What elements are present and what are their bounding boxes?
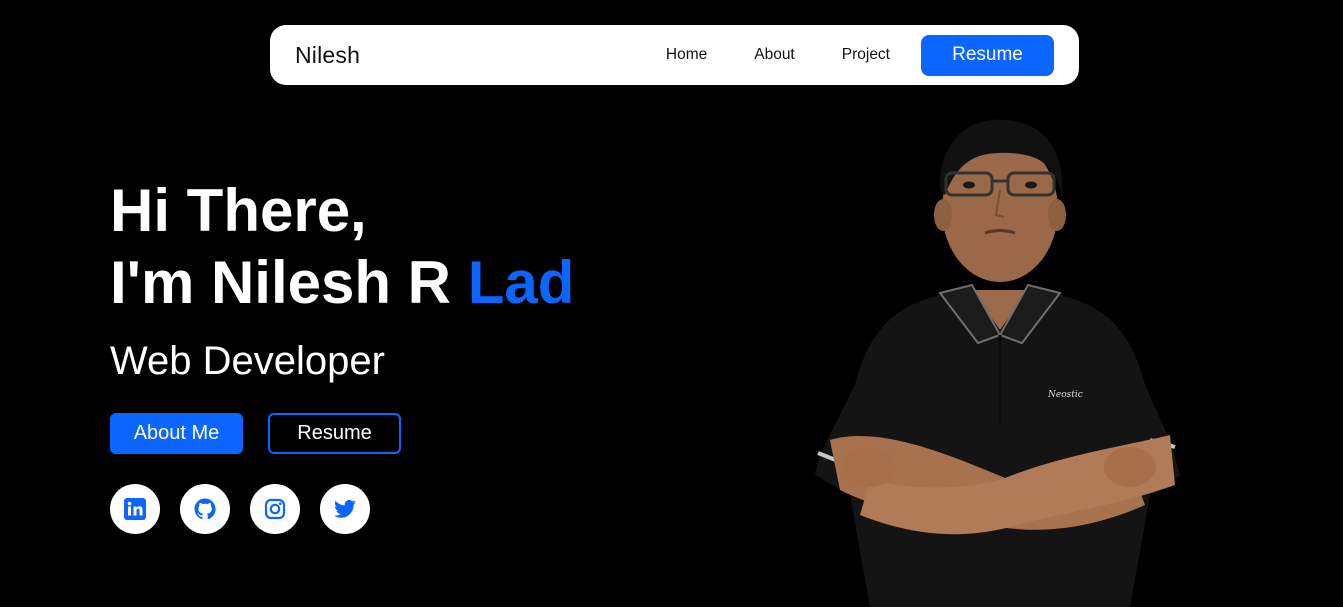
instagram-link[interactable] xyxy=(250,484,300,534)
hero-role: Web Developer xyxy=(110,339,385,383)
svg-text:Neostic: Neostic xyxy=(1047,390,1083,400)
linkedin-link[interactable] xyxy=(110,484,160,534)
nav-links: Home About Project Resume xyxy=(666,34,1054,76)
about-me-button[interactable]: About Me xyxy=(110,413,243,454)
twitter-link[interactable] xyxy=(320,484,370,534)
github-link[interactable] xyxy=(180,484,230,534)
social-links xyxy=(110,484,390,534)
hero-name-prefix: I'm Nilesh R xyxy=(110,249,468,316)
hero-name-accent: Lad xyxy=(467,249,575,316)
linkedin-icon xyxy=(123,497,147,521)
nav-home-link[interactable]: Home xyxy=(666,46,707,64)
navbar: Nilesh Home About Project Resume xyxy=(270,25,1079,85)
nav-about-link[interactable]: About xyxy=(754,46,795,64)
hero-name: I'm Nilesh R Lad xyxy=(110,247,574,319)
twitter-icon xyxy=(333,497,357,521)
resume-button[interactable]: Resume xyxy=(268,413,401,454)
page: Nilesh Home About Project Resume Hi Ther… xyxy=(0,0,1343,607)
profile-photo: Neostic xyxy=(815,119,1180,607)
nav-resume-button[interactable]: Resume xyxy=(921,34,1054,76)
hero-greeting: Hi There, xyxy=(110,177,367,244)
nav-project-link[interactable]: Project xyxy=(842,46,890,64)
instagram-icon xyxy=(263,497,287,521)
brand-logo[interactable]: Nilesh xyxy=(295,42,360,69)
github-icon xyxy=(193,497,217,521)
